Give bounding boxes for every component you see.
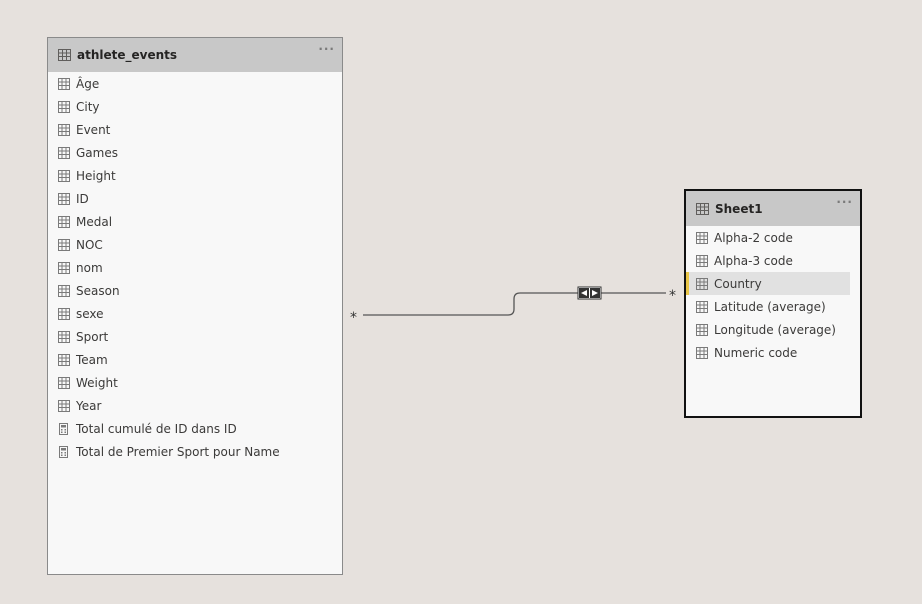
field-row[interactable]: sexe	[48, 302, 342, 325]
cardinality-many-left: *	[350, 310, 357, 326]
field-row[interactable]: Event	[48, 118, 342, 141]
field-label: Country	[714, 276, 762, 291]
field-row[interactable]: Sport	[48, 325, 342, 348]
column-icon	[58, 261, 70, 274]
column-icon	[696, 323, 708, 336]
field-row[interactable]: NOC	[48, 233, 342, 256]
relationship-path[interactable]	[363, 292, 666, 316]
column-icon	[58, 353, 70, 366]
column-icon	[58, 77, 70, 90]
field-label: Medal	[76, 214, 113, 229]
field-label: Total de Premier Sport pour Name	[76, 444, 280, 459]
field-row[interactable]: Games	[48, 141, 342, 164]
model-canvas[interactable]: athlete_events ··· Âge City Event Games Heig…	[0, 0, 922, 604]
field-row[interactable]: Medal	[48, 210, 342, 233]
field-row[interactable]: Height	[48, 164, 342, 187]
field-label: Numeric code	[714, 345, 798, 360]
column-icon	[696, 254, 708, 267]
field-label: Alpha-2 code	[714, 230, 793, 245]
field-label: Longitude (average)	[714, 322, 836, 337]
table-header[interactable]: Sheet1 ···	[686, 191, 860, 226]
cardinality-many-right: *	[669, 288, 676, 304]
field-row[interactable]: Latitude (average)	[686, 295, 860, 318]
field-row[interactable]: Numeric code	[686, 341, 860, 364]
table-card-athlete-events[interactable]: athlete_events ··· Âge City Event Games Heig…	[47, 37, 343, 575]
field-label: NOC	[76, 237, 103, 252]
field-label: Sport	[76, 329, 109, 344]
calculator-icon	[59, 445, 68, 458]
field-row[interactable]: Season	[48, 279, 342, 302]
column-icon	[58, 284, 70, 297]
column-icon	[58, 376, 70, 389]
field-list: Alpha-2 code Alpha-3 code Country Latitude …	[686, 226, 860, 364]
column-icon	[58, 123, 70, 136]
calculator-icon	[59, 422, 68, 435]
field-row[interactable]: nom	[48, 256, 342, 279]
field-label: Event	[76, 122, 111, 137]
column-icon	[58, 399, 70, 412]
column-icon	[58, 215, 70, 228]
column-icon	[58, 238, 70, 251]
table-icon	[696, 202, 709, 215]
field-label: Latitude (average)	[714, 299, 826, 314]
field-row[interactable]: Total cumulé de ID dans ID	[48, 417, 342, 440]
more-options-icon[interactable]: ···	[836, 196, 853, 208]
field-row[interactable]: Alpha-3 code	[686, 249, 860, 272]
field-label: Alpha-3 code	[714, 253, 793, 268]
table-header[interactable]: athlete_events ···	[48, 38, 342, 72]
field-row[interactable]: Country	[686, 272, 850, 295]
table-name: Sheet1	[715, 201, 763, 216]
table-card-sheet1[interactable]: Sheet1 ··· Alpha-2 code Alpha-3 code Count…	[684, 189, 862, 418]
column-icon	[58, 100, 70, 113]
field-row[interactable]: Âge	[48, 72, 342, 95]
table-name: athlete_events	[77, 48, 178, 62]
field-label: Âge	[76, 76, 100, 91]
field-label: City	[76, 99, 100, 114]
field-label: Year	[76, 398, 102, 413]
column-icon	[58, 192, 70, 205]
field-list: Âge City Event Games Height ID Medal NOC nom Seas…	[48, 72, 342, 463]
column-icon	[696, 231, 708, 244]
field-label: nom	[76, 260, 103, 275]
column-icon	[696, 300, 708, 313]
column-icon	[58, 307, 70, 320]
field-label: Games	[76, 145, 118, 160]
field-row[interactable]: ID	[48, 187, 342, 210]
more-options-icon[interactable]: ···	[318, 43, 335, 55]
field-label: ID	[76, 191, 89, 206]
field-row[interactable]: Total de Premier Sport pour Name	[48, 440, 342, 463]
column-icon	[58, 169, 70, 182]
bidirectional-arrows-icon	[577, 286, 602, 300]
column-icon	[696, 346, 708, 359]
table-icon	[58, 49, 71, 61]
column-icon	[58, 330, 70, 343]
field-label: Season	[76, 283, 120, 298]
field-row[interactable]: Year	[48, 394, 342, 417]
field-row[interactable]: Weight	[48, 371, 342, 394]
column-icon	[58, 146, 70, 159]
field-row[interactable]: City	[48, 95, 342, 118]
column-icon	[696, 277, 708, 290]
field-label: Total cumulé de ID dans ID	[76, 421, 237, 436]
field-label: Team	[76, 352, 108, 367]
field-row[interactable]: Longitude (average)	[686, 318, 860, 341]
field-label: sexe	[76, 306, 104, 321]
field-label: Weight	[76, 375, 118, 390]
field-label: Height	[76, 168, 116, 183]
field-row[interactable]: Team	[48, 348, 342, 371]
field-row[interactable]: Alpha-2 code	[686, 226, 860, 249]
